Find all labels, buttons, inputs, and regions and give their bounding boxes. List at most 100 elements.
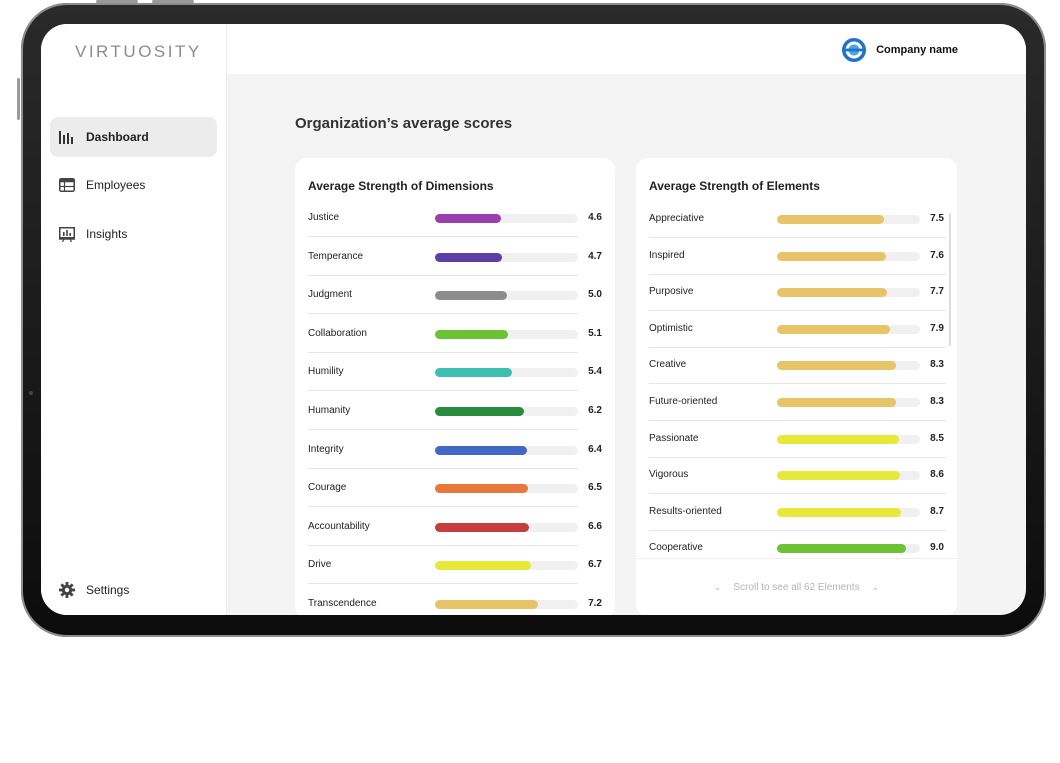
scroll-hint-text: Scroll to see all 62 Elements [733,582,860,593]
score-bar-fill [777,398,896,407]
score-bar-fill [435,561,531,571]
score-label: Purposive [649,286,694,298]
sidebar-item-dashboard[interactable]: Dashboard [50,117,217,157]
score-value: 8.7 [930,505,944,517]
dimensions-card: Average Strength of Dimensions Justice 4.… [295,158,615,615]
row-divider [308,351,578,353]
score-bar-fill [435,484,528,494]
row-divider [649,310,946,312]
score-bar-fill [777,361,896,371]
score-bar-fill [777,507,902,517]
score-value: 9.0 [930,542,944,554]
score-bar-track [777,434,920,444]
row-divider [649,383,946,385]
chevron-down-icon: ⌄ [871,582,880,592]
score-row: Temperance 4.7 [308,249,602,265]
sidebar-item-insights[interactable]: Insights [50,214,217,254]
sidebar-item-label: Employees [86,178,146,192]
score-label: Vigorous [649,469,689,481]
score-bar-track [777,251,920,261]
score-bar-fill [435,291,507,301]
score-value: 4.6 [588,212,602,223]
score-bar-track [435,407,578,416]
score-row: Optimistic 7.9 [649,321,944,337]
elements-card: Average Strength of Elements Appreciativ… [636,158,957,615]
score-bar-fill [435,445,527,455]
score-row: Vigorous 8.6 [649,467,944,483]
score-bar-fill [435,407,524,416]
score-row: Humanity 6.2 [308,403,602,419]
sidebar-item-employees[interactable]: Employees [50,165,217,205]
row-divider [649,346,946,348]
company-name: Company name [876,44,958,56]
score-bar-track [435,291,578,301]
row-divider [308,583,578,585]
score-value: 7.2 [588,598,602,609]
score-bar-fill [435,368,513,378]
score-bar-track [435,522,578,532]
score-bar-track [435,252,578,262]
score-bar-fill [777,471,900,481]
dimensions-card-title: Average Strength of Dimensions [308,179,494,193]
row-divider [649,237,946,238]
score-label: Humility [308,366,344,378]
score-bar-fill [777,544,906,554]
elements-card-title: Average Strength of Elements [649,179,820,193]
score-label: Transcendence [308,598,377,609]
row-divider [308,544,578,546]
elements-scroll-hint[interactable]: ⌄ Scroll to see all 62 Elements ⌄ [636,558,957,615]
score-value: 7.9 [930,322,944,334]
score-bar-track [435,329,578,339]
score-bar-track [777,215,920,224]
elements-scrollbar[interactable] [949,213,951,346]
row-divider [308,236,578,237]
score-row: Passionate 8.5 [649,431,944,447]
score-bar-track [435,600,578,609]
score-label: Future-oriented [649,396,718,407]
sidebar-item-label: Dashboard [86,130,149,144]
score-bar-fill [777,434,899,444]
score-value: 6.2 [588,405,602,416]
row-divider [649,493,946,495]
score-value: 6.7 [588,559,602,571]
score-bar-fill [777,288,888,298]
score-row: Transcendence 7.2 [308,596,602,612]
score-value: 7.5 [930,213,944,224]
score-label: Accountability [308,520,370,532]
score-value: 8.3 [930,396,944,407]
score-label: Optimistic [649,322,693,334]
top-bar: Company name [227,24,1026,74]
score-label: Judgment [308,289,352,301]
score-bar-fill [435,214,501,223]
score-value: 7.6 [930,249,944,261]
score-value: 7.7 [930,286,944,298]
score-row: Humility 5.4 [308,364,602,380]
score-bar-track [777,324,920,334]
company-menu[interactable]: Company name [842,38,958,62]
device-button-side [17,78,20,120]
score-row: Judgment 5.0 [308,287,602,303]
score-row: Justice 4.6 [308,210,602,226]
score-row: Drive 6.7 [308,557,602,573]
score-bar-fill [777,251,886,261]
chevron-down-icon: ⌄ [713,582,722,592]
settings-button[interactable]: Settings [50,570,217,610]
table-icon [59,177,75,193]
score-row: Results-oriented 8.7 [649,504,944,520]
score-bar-track [777,361,920,371]
score-value: 4.7 [588,250,602,262]
score-label: Integrity [308,443,344,455]
row-divider [649,420,946,421]
score-label: Temperance [308,250,364,262]
row-divider [649,456,946,458]
score-row: Accountability 6.6 [308,519,602,535]
score-bar-track [435,445,578,455]
app-screen: VIRTUOSITY Dashboard Employees Insights [41,24,1026,615]
gear-icon [59,582,75,598]
brand-logo: VIRTUOSITY [75,42,202,61]
score-value: 6.4 [588,443,602,455]
row-divider [308,390,578,392]
row-divider [308,274,578,276]
score-value: 8.5 [930,432,944,444]
row-divider [649,273,946,275]
